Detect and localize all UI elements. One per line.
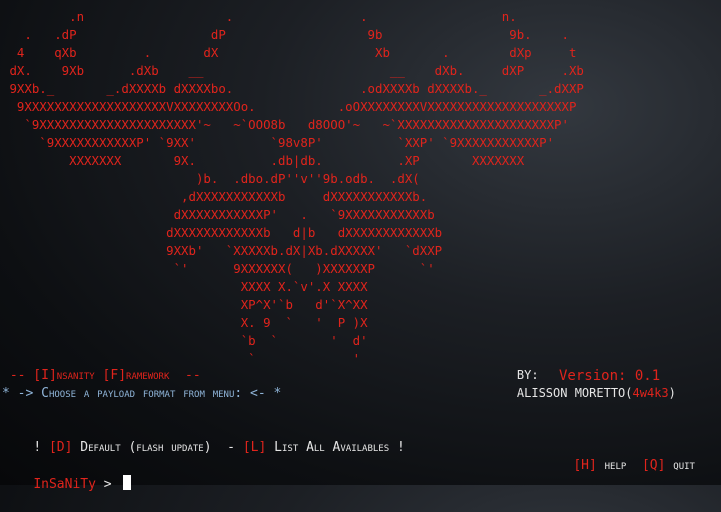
quit-label[interactable]: quit — [665, 458, 695, 473]
text-cursor[interactable] — [123, 475, 132, 490]
option-list-key[interactable]: [L] — [243, 440, 266, 455]
ascii-art-line: XXXX X.`v'.X XXXX — [2, 279, 368, 294]
ascii-art-line: 9XXb' `XXXXXb.dX|Xb.dXXXXX' `dXXP — [2, 243, 443, 258]
ascii-art-line: .n . . n. — [2, 9, 517, 24]
option-default-key[interactable]: [D] — [49, 440, 72, 455]
help-label[interactable]: help — [597, 458, 627, 473]
ascii-art-line: ` ' — [2, 351, 361, 366]
option-list-label[interactable]: List All Availables ! — [266, 440, 405, 455]
ascii-art-banner: .n . . n. . .dP dP 9b 9b. . 4 qXb . dX X… — [2, 8, 584, 368]
ascii-art-line: ,dXXXXXXXXXXXb dXXXXXXXXXXXb. — [2, 189, 428, 204]
menu-prompt-line: * -> Choose a payload format from menu: … — [2, 386, 282, 401]
ascii-art-line: 4 qXb . dX Xb . dXp t — [2, 45, 577, 60]
help-key[interactable]: [H] — [573, 458, 596, 473]
options-separator: - — [211, 440, 243, 455]
framework-title: -- [I]nsanity [F]ramework -- — [2, 368, 201, 383]
ascii-art-line: dXXXXXXXXXXXXb d|b dXXXXXXXXXXXXb — [2, 225, 443, 240]
ascii-art-line: `' 9XXXXXX( )XXXXXXP `' — [2, 261, 435, 276]
quit-key[interactable]: [Q] — [642, 458, 665, 473]
author-handle: 4w4k3 — [632, 386, 669, 400]
ascii-art-line: `9XXXXXXXXXXXXXXXXXXXXX'~ ~`OOO8b d8OOO'… — [2, 117, 569, 132]
author-prefix: BY: — [516, 368, 539, 382]
ascii-art-line: dXXXXXXXXXXXP' . `9XXXXXXXXXXXb — [2, 207, 435, 222]
ascii-art-line: )b. .dbo.dP''v''9b.odb. .dX( — [2, 171, 420, 186]
options-prefix: ! — [33, 440, 49, 455]
ascii-art-line: `b ` ' d' — [2, 333, 368, 348]
ascii-art-line: . .dP dP 9b 9b. . — [2, 27, 569, 42]
ascii-art-line: XXXXXXX 9X. .db|db. .XP XXXXXXX — [2, 153, 525, 168]
author-name: ALISSON MORETTO — [516, 386, 626, 400]
option-default-label[interactable]: Default (flash update) — [72, 440, 211, 455]
ascii-art-line: dX. 9Xb .dXb __ __ dXb. dXP .Xb — [2, 63, 584, 78]
author-paren-close: ) — [668, 386, 676, 400]
ascii-art-line: 9XXb._ _.dXXXXb dXXXXbo. .odXXXXb dXXXXb… — [2, 81, 584, 96]
ascii-art-line: XP^X'`b d'`X^XX — [2, 297, 368, 312]
terminal-window[interactable]: .n . . n. . .dP dP 9b 9b. . 4 qXb . dX X… — [0, 0, 721, 492]
ascii-art-line: 9XXXXXXXXXXXXXXXXXXXVXXXXXXXXOo. .oOXXXX… — [2, 99, 577, 114]
ascii-art-line: `9XXXXXXXXXXXP' `9XX' `98v8P' `XXP' `9XX… — [2, 135, 555, 150]
ascii-art-line: X. 9 ` ' P )X — [2, 315, 368, 330]
version-label: Version: 0.1 — [559, 368, 661, 384]
author-paren-open: ( — [625, 386, 633, 400]
